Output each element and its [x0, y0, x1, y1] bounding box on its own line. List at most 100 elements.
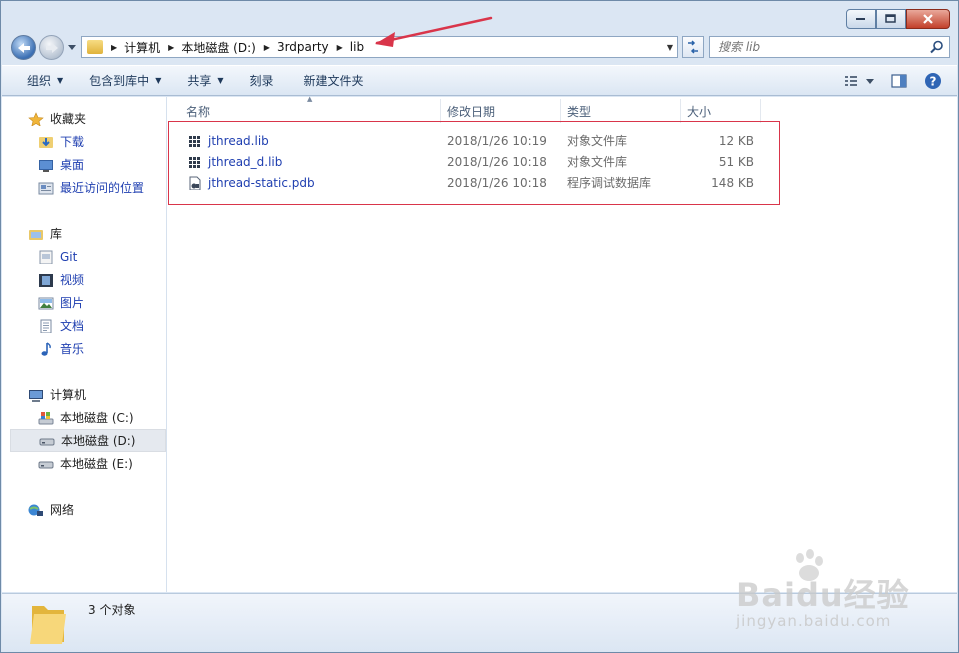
maximize-icon [885, 14, 896, 23]
back-button[interactable] [11, 35, 36, 60]
sort-ascending-icon: ▲ [307, 95, 313, 103]
sidebar-item-favorites[interactable]: 收藏夹 [2, 107, 167, 130]
downloads-label: 下载 [60, 135, 85, 149]
desktop-icon [39, 159, 53, 172]
crumb-separator-icon[interactable]: ▶ [337, 43, 343, 52]
minimize-button[interactable] [846, 9, 876, 29]
column-header-size[interactable]: 大小 [681, 99, 761, 123]
sidebar-item-desktop[interactable]: 桌面 [2, 153, 167, 176]
file-list: ▲ 名称 修改日期 类型 大小 jthread.lib 2018/1/26 10… [168, 95, 957, 592]
chevron-down-icon: ▼ [57, 76, 64, 85]
crumb-computer[interactable]: 计算机 [124, 39, 160, 56]
column-header-date[interactable]: 修改日期 [441, 99, 561, 123]
column-date-label: 修改日期 [447, 104, 496, 119]
search-icon[interactable] [930, 40, 944, 54]
recent-pages-dropdown-icon[interactable] [67, 42, 77, 52]
maximize-button[interactable] [876, 9, 906, 29]
drive-d-label: 本地磁盘 (D:) [61, 434, 136, 448]
column-header-name[interactable]: ▲ 名称 [168, 95, 441, 123]
forward-button[interactable] [39, 35, 64, 60]
watermark-main-text: Baidu经验 [736, 576, 910, 614]
refresh-button[interactable] [682, 36, 704, 58]
favorites-label: 收藏夹 [50, 112, 87, 126]
libraries-label: 库 [50, 227, 63, 241]
desktop-label: 桌面 [60, 158, 85, 172]
git-label: Git [60, 249, 78, 264]
explorer-window: ▶ 计算机 ▶ 本地磁盘 (D:) ▶ 3rdparty ▶ lib ▼ 组织 ▼… [0, 0, 959, 653]
column-headers: ▲ 名称 修改日期 类型 大小 [168, 95, 762, 123]
sidebar-item-drive-c[interactable]: 本地磁盘 (C:) [2, 406, 167, 429]
sidebar-item-network[interactable]: 网络 [2, 498, 167, 521]
crumb-lib[interactable]: lib [350, 40, 364, 54]
minimize-icon [856, 18, 865, 20]
forward-arrow-icon [45, 42, 58, 53]
sidebar-item-libraries[interactable]: 库 [2, 222, 167, 245]
favorites-group: 收藏夹 下载 桌面 最近访问的位置 [2, 107, 167, 199]
share-button[interactable]: 共享 ▼ [177, 69, 233, 93]
crumb-3rdparty[interactable]: 3rdparty [277, 40, 329, 54]
sidebar-item-music[interactable]: 音乐 [2, 337, 167, 360]
sidebar-item-videos[interactable]: 视频 [2, 268, 167, 291]
annotation-highlight-box [168, 121, 780, 205]
include-in-library-button[interactable]: 包含到库中 ▼ [79, 69, 171, 93]
search-box[interactable] [709, 36, 950, 58]
drive-c-label: 本地磁盘 (C:) [60, 411, 134, 425]
pictures-label: 图片 [60, 296, 85, 310]
music-label: 音乐 [60, 342, 85, 356]
pictures-library-icon [38, 297, 54, 309]
crumb-drive-d[interactable]: 本地磁盘 (D:) [181, 39, 255, 56]
sidebar-item-documents[interactable]: 文档 [2, 314, 167, 337]
organize-label: 组织 [27, 74, 52, 88]
navigation-pane: 收藏夹 下载 桌面 最近访问的位置 库 Git 视频 图片 文档 音乐 计算机 … [2, 97, 167, 592]
recent-places-label: 最近访问的位置 [60, 181, 145, 195]
command-bar: 组织 ▼ 包含到库中 ▼ 共享 ▼ 刻录 新建文件夹 ? [2, 65, 957, 96]
drive-icon [38, 461, 54, 468]
computer-icon [29, 389, 43, 402]
sidebar-item-downloads[interactable]: 下载 [2, 130, 167, 153]
video-library-icon [39, 273, 53, 287]
sidebar-item-drive-e[interactable]: 本地磁盘 (E:) [2, 452, 167, 475]
videos-label: 视频 [60, 273, 85, 287]
drive-e-label: 本地磁盘 (E:) [60, 457, 133, 471]
sidebar-item-git[interactable]: Git [2, 245, 167, 268]
chevron-down-icon: ▼ [155, 76, 162, 85]
share-label: 共享 [187, 74, 212, 88]
refresh-icon [688, 40, 698, 54]
crumb-separator-icon[interactable]: ▶ [168, 43, 174, 52]
sidebar-item-pictures[interactable]: 图片 [2, 291, 167, 314]
sidebar-item-drive-d[interactable]: 本地磁盘 (D:) [10, 429, 166, 452]
libraries-group: 库 Git 视频 图片 文档 音乐 [2, 222, 167, 360]
crumb-separator-icon[interactable]: ▶ [264, 43, 270, 52]
change-view-button[interactable] [841, 70, 877, 92]
folder-icon [30, 606, 66, 644]
preview-pane-button[interactable] [887, 70, 911, 92]
column-name-label: 名称 [186, 104, 211, 119]
preview-pane-icon [891, 74, 907, 88]
svg-text:?: ? [930, 75, 937, 89]
computer-group: 计算机 本地磁盘 (C:) 本地磁盘 (D:) 本地磁盘 (E:) [2, 383, 167, 475]
column-header-type[interactable]: 类型 [561, 99, 681, 123]
folder-icon [87, 40, 103, 54]
sidebar-item-recent-places[interactable]: 最近访问的位置 [2, 176, 167, 199]
toolbar-right-group: ? [831, 70, 945, 92]
close-button[interactable] [906, 9, 950, 29]
burn-button[interactable]: 刻录 [240, 69, 284, 93]
download-folder-icon [39, 136, 53, 148]
git-library-icon [39, 250, 53, 264]
view-list-icon [845, 76, 874, 86]
help-icon: ? [925, 73, 941, 89]
sidebar-item-computer[interactable]: 计算机 [2, 383, 167, 406]
column-size-label: 大小 [687, 104, 712, 119]
crumb-separator-icon[interactable]: ▶ [111, 43, 117, 52]
documents-library-icon [40, 319, 52, 333]
drive-icon [39, 438, 55, 445]
help-button[interactable]: ? [921, 70, 945, 92]
new-folder-button[interactable]: 新建文件夹 [294, 69, 374, 93]
burn-label: 刻录 [249, 74, 274, 88]
address-dropdown-icon[interactable]: ▼ [667, 43, 673, 52]
network-icon [28, 504, 43, 516]
computer-label: 计算机 [50, 388, 87, 402]
organize-button[interactable]: 组织 ▼ [17, 69, 73, 93]
content-area: 收藏夹 下载 桌面 最近访问的位置 库 Git 视频 图片 文档 音乐 计算机 … [2, 95, 957, 592]
search-input[interactable] [710, 37, 910, 57]
